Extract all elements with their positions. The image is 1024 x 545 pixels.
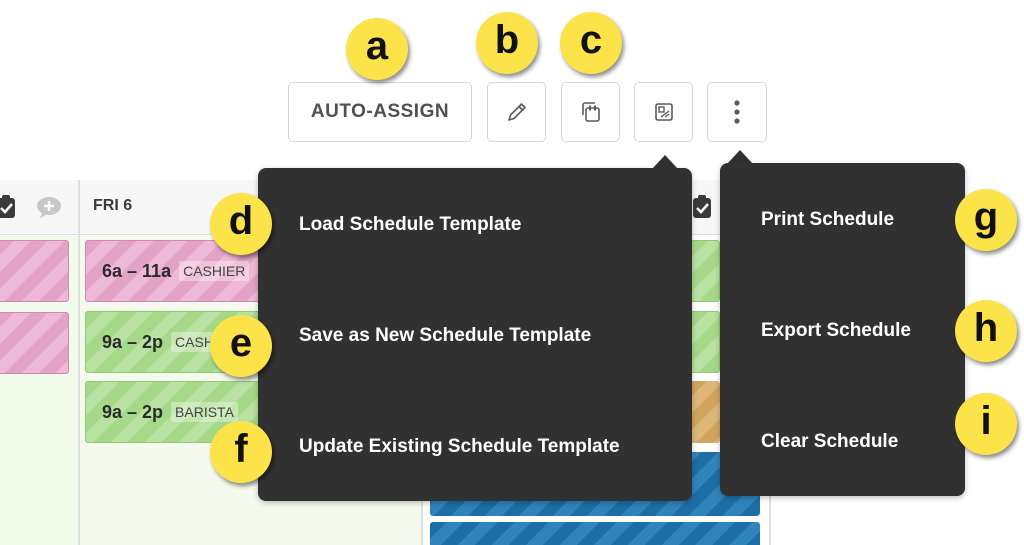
- kebab-menu-icon: [733, 99, 741, 125]
- callout-c: c: [560, 12, 622, 74]
- pencil-icon: [506, 101, 528, 123]
- auto-assign-button[interactable]: AUTO-ASSIGN: [288, 82, 472, 142]
- callout-h: h: [955, 300, 1017, 362]
- shift-role: BARISTA: [171, 402, 238, 422]
- schedule-template-button[interactable]: [634, 82, 693, 142]
- shift-time: 9a – 2p: [102, 401, 164, 422]
- shift-block[interactable]: [0, 240, 69, 302]
- shift-block[interactable]: [0, 312, 69, 374]
- popover-caret: [727, 150, 753, 164]
- callout-a: a: [346, 18, 408, 80]
- shift-block[interactable]: [690, 311, 720, 373]
- callout-i: i: [955, 393, 1017, 455]
- more-options-menu: Print Schedule Export Schedule Clear Sch…: [720, 163, 965, 496]
- shift-time: 6a – 11a: [102, 260, 172, 281]
- callout-e: e: [210, 315, 272, 377]
- callout-d: d: [210, 193, 272, 255]
- menu-item-save-template[interactable]: Save as New Schedule Template: [299, 325, 591, 347]
- callout-g: g: [955, 189, 1017, 251]
- edit-button[interactable]: [487, 82, 546, 142]
- shift-block[interactable]: [690, 381, 720, 443]
- shift-role: CASHIER: [179, 261, 250, 281]
- menu-item-export-schedule[interactable]: Export Schedule: [761, 320, 911, 342]
- comment-add-icon[interactable]: [36, 196, 62, 218]
- menu-item-load-template[interactable]: Load Schedule Template: [299, 214, 521, 236]
- day-label-fri: FRI 6: [93, 197, 133, 214]
- clipboard-check-icon[interactable]: [692, 195, 712, 219]
- menu-item-clear-schedule[interactable]: Clear Schedule: [761, 431, 898, 453]
- more-options-button[interactable]: [707, 82, 767, 142]
- shift-block[interactable]: [430, 522, 760, 545]
- schedule-template-icon: [653, 101, 675, 123]
- menu-item-update-template[interactable]: Update Existing Schedule Template: [299, 436, 620, 458]
- copy-schedule-icon: [579, 100, 603, 124]
- thu-column-header: [0, 180, 78, 235]
- popover-caret: [652, 155, 678, 169]
- menu-item-print-schedule[interactable]: Print Schedule: [761, 209, 894, 231]
- clipboard-check-icon[interactable]: [0, 195, 16, 219]
- column-divider: [78, 180, 80, 545]
- template-menu: Load Schedule Template Save as New Sched…: [258, 168, 692, 501]
- shift-block[interactable]: [690, 240, 720, 302]
- callout-b: b: [476, 12, 538, 74]
- shift-time: 9a – 2p: [102, 331, 164, 352]
- copy-schedule-button[interactable]: [561, 82, 620, 142]
- callout-f: f: [210, 421, 272, 483]
